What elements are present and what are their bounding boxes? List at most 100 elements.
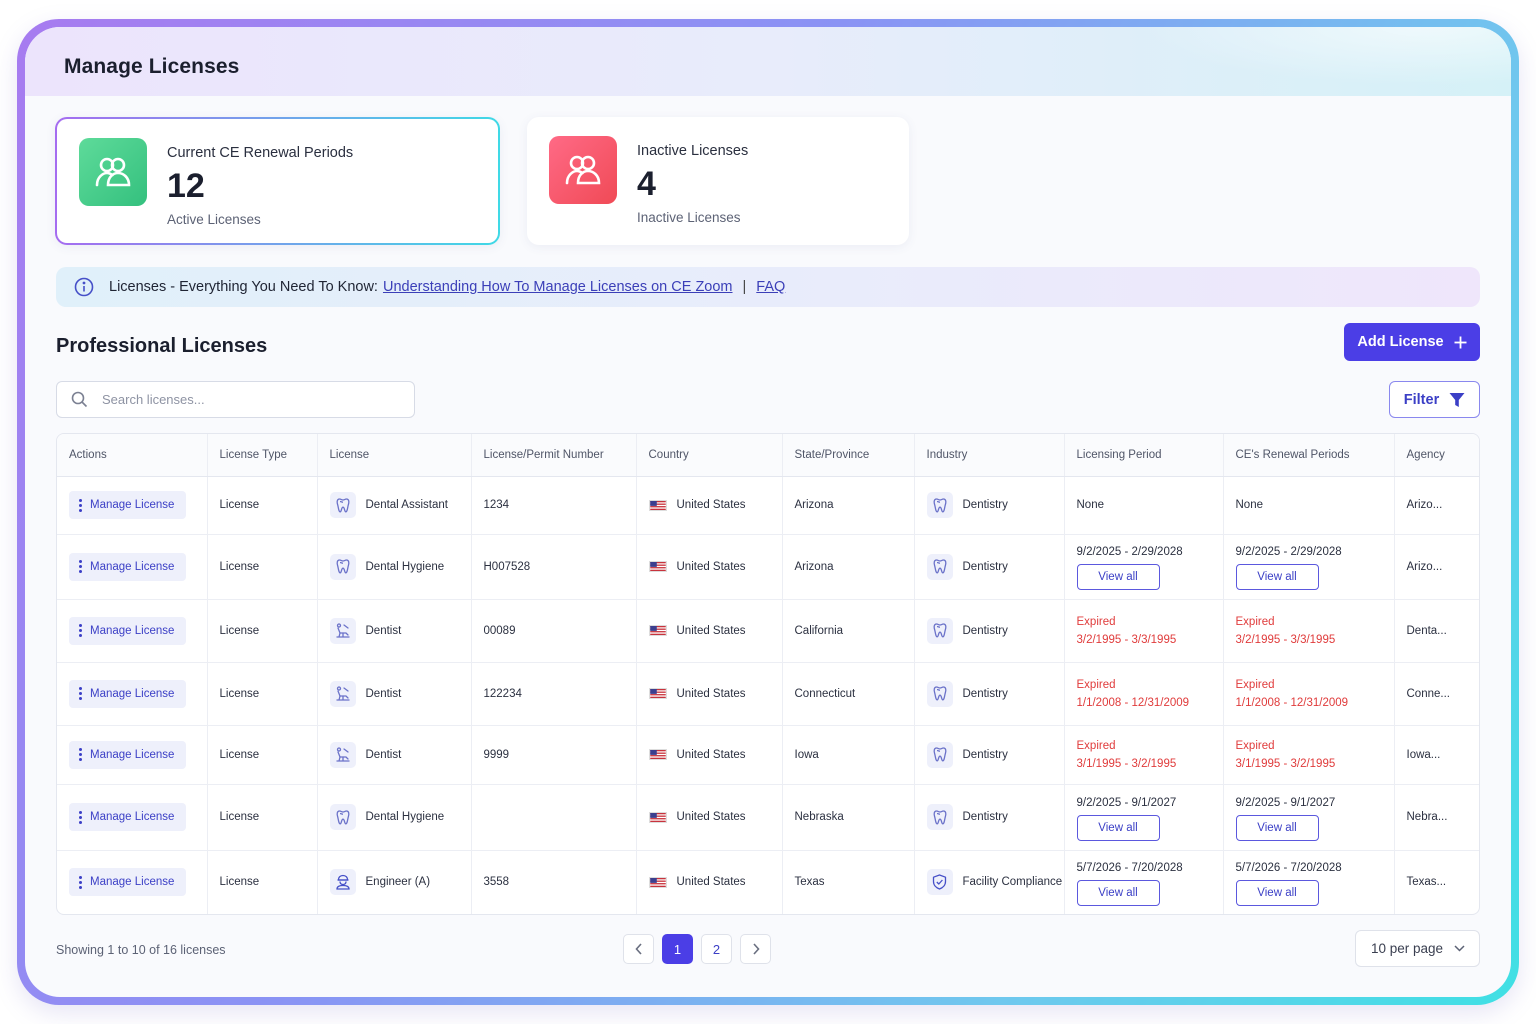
per-page-value: 10 per page — [1371, 941, 1444, 956]
view-all-button[interactable]: View all — [1235, 564, 1319, 590]
manage-license-button[interactable]: Manage License — [69, 616, 187, 645]
country-name: United States — [676, 560, 746, 573]
manage-license-button[interactable]: Manage License — [69, 803, 187, 831]
header-band — [25, 27, 1511, 96]
prev-page-button[interactable] — [623, 934, 654, 964]
agency-cell: Conne... — [1394, 662, 1479, 726]
table-row: Manage License License Dental Hygiene Unite… — [57, 784, 1479, 851]
page-2-button[interactable]: 2 — [701, 934, 732, 964]
industry-name: Dentistry — [962, 499, 1008, 511]
tooth-icon — [329, 553, 356, 580]
view-all-button[interactable]: View all — [1076, 564, 1160, 590]
column-header[interactable]: Agency — [1394, 434, 1479, 477]
kebab-icon — [79, 687, 82, 700]
results-count: Showing 1 to 10 of 16 licenses — [56, 943, 226, 957]
chevron-left-icon — [634, 943, 642, 955]
ce-renewal-cell: 9/2/2025 - 2/29/2028 View all — [1223, 534, 1395, 600]
search-input[interactable] — [102, 392, 382, 407]
licensing-period-cell: Expired 1/1/2008 - 12/31/2009 — [1064, 662, 1224, 726]
license-name: Dentist — [365, 687, 402, 700]
agency-cell: Arizo... — [1394, 534, 1479, 600]
license-number-cell: 00089 — [471, 599, 637, 663]
expired-label: Expired — [1076, 678, 1116, 691]
chevron-down-icon — [1454, 945, 1465, 952]
manage-license-label: Manage License — [90, 560, 175, 573]
agency-cell: Iowa... — [1394, 725, 1479, 785]
column-header[interactable]: Country — [636, 434, 783, 477]
table-header-row: Actions License Type License License/Per… — [57, 434, 1479, 477]
column-header[interactable]: Industry — [914, 434, 1065, 477]
filter-icon — [1449, 392, 1465, 407]
page-1-button[interactable]: 1 — [662, 934, 693, 964]
tooth-icon — [926, 680, 953, 707]
tooth-icon — [926, 617, 953, 644]
state-cell: Arizona — [782, 476, 915, 535]
license-type-cell: License — [207, 784, 318, 851]
next-page-button[interactable] — [740, 934, 771, 964]
column-header[interactable]: Actions — [57, 434, 208, 477]
ce-renewal-cell: None — [1223, 476, 1395, 535]
manage-license-button[interactable]: Manage License — [69, 740, 187, 769]
manage-license-button[interactable]: Manage License — [69, 491, 187, 519]
manage-license-button[interactable]: Manage License — [69, 868, 187, 897]
industry-name: Dentistry — [962, 811, 1008, 823]
column-header[interactable]: Licensing Period — [1064, 434, 1224, 477]
manage-license-button[interactable]: Manage License — [69, 552, 187, 581]
table-row: Manage License License Dental Assistant 123… — [57, 476, 1479, 535]
expired-label: Expired — [1235, 678, 1275, 691]
expired-label: Expired — [1076, 739, 1116, 752]
view-all-button[interactable]: View all — [1235, 814, 1319, 841]
app-frame: Manage Licenses Current CE Renewal Perio… — [17, 19, 1519, 1005]
inactive-licenses-card[interactable]: Inactive Licenses 4 Inactive Licenses — [527, 117, 909, 245]
filter-button[interactable]: Filter — [1389, 381, 1480, 418]
state-cell: Texas — [782, 850, 915, 914]
agency-cell: Arizo... — [1394, 476, 1479, 535]
dental-chair-icon — [329, 741, 356, 768]
column-header[interactable]: License — [317, 434, 472, 477]
faq-link[interactable]: FAQ — [756, 279, 785, 295]
active-licenses-card[interactable]: Current CE Renewal Periods 12 Active Lic… — [55, 117, 500, 245]
manage-licenses-guide-link[interactable]: Understanding How To Manage Licenses on … — [383, 279, 733, 295]
licenses-table: Actions License Type License License/Per… — [56, 433, 1480, 915]
main-panel: Manage Licenses Current CE Renewal Perio… — [25, 27, 1511, 997]
license-type-cell: License — [207, 662, 318, 726]
stat-subtitle: Inactive Licenses — [637, 210, 741, 225]
us-flag-icon — [648, 625, 667, 636]
country-name: United States — [676, 687, 746, 700]
view-all-button[interactable]: View all — [1235, 879, 1319, 906]
filter-label: Filter — [1403, 391, 1440, 408]
add-license-button[interactable]: Add License — [1344, 323, 1480, 361]
stat-subtitle: Active Licenses — [167, 212, 261, 227]
column-header[interactable]: State/Province — [782, 434, 915, 477]
ce-renewal-cell: Expired 3/2/1995 - 3/3/1995 — [1223, 599, 1395, 663]
license-number-cell: 9999 — [471, 725, 637, 785]
agency-cell: Nebra... — [1394, 784, 1479, 851]
stat-value: 4 — [637, 165, 656, 203]
info-banner: Licenses - Everything You Need To Know: … — [56, 267, 1480, 307]
column-header[interactable]: License/Permit Number — [471, 434, 637, 477]
kebab-icon — [79, 748, 82, 761]
license-name: Dentist — [365, 748, 402, 761]
tooth-icon — [329, 804, 356, 830]
column-header[interactable]: CE's Renewal Periods — [1223, 434, 1395, 477]
ce-renewal-period-text: 3/1/1995 - 3/2/1995 — [1235, 757, 1336, 770]
view-all-button[interactable]: View all — [1076, 814, 1160, 841]
industry-name: Dentistry — [962, 560, 1008, 573]
column-header[interactable]: License Type — [207, 434, 318, 477]
license-type-cell: License — [207, 599, 318, 663]
per-page-select[interactable]: 10 per page — [1355, 930, 1480, 967]
users-icon — [79, 138, 147, 206]
licensing-period-cell: None — [1064, 476, 1224, 535]
licensing-period-cell: Expired 3/2/1995 - 3/3/1995 — [1064, 599, 1224, 663]
manage-license-label: Manage License — [90, 624, 175, 637]
tooth-icon — [329, 492, 356, 518]
industry-name: Dentistry — [962, 748, 1008, 761]
view-all-button[interactable]: View all — [1076, 879, 1160, 906]
industry-name: Facility Compliance — [962, 876, 1063, 889]
stat-value: 12 — [167, 167, 205, 205]
manage-license-button[interactable]: Manage License — [69, 679, 187, 708]
tooth-icon — [926, 553, 953, 580]
license-name: Engineer (A) — [365, 876, 431, 889]
country-name: United States — [676, 811, 746, 823]
kebab-icon — [79, 810, 82, 824]
